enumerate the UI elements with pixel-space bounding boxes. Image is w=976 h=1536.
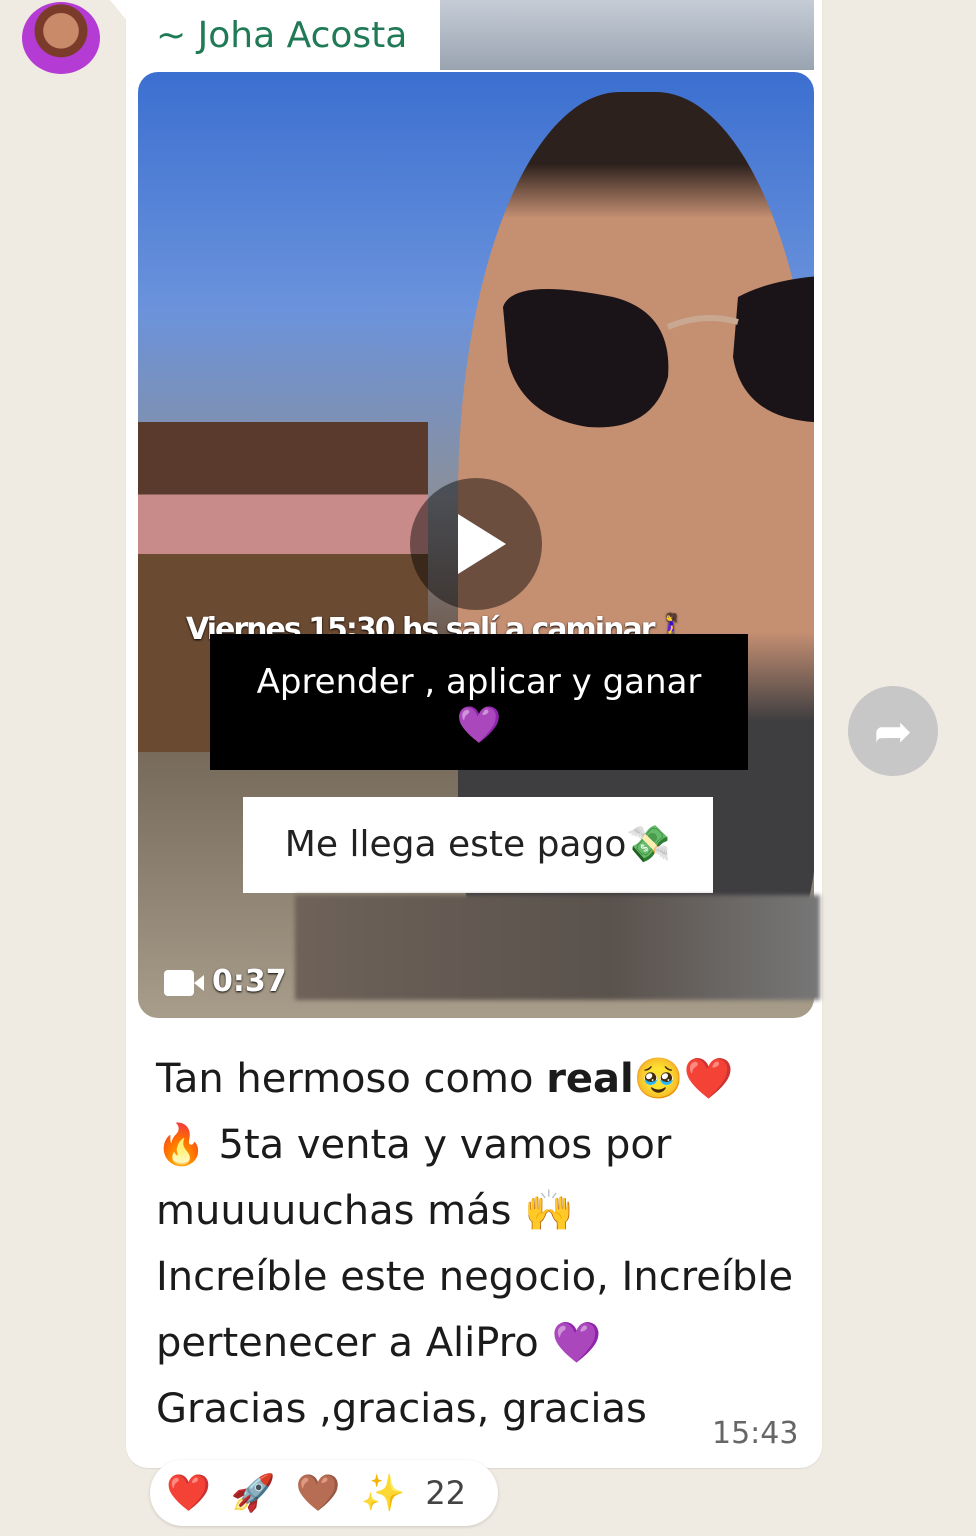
message-line-2: 🔥 5ta venta y vamos por [156,1122,672,1168]
sender-name[interactable]: ~ Joha Acosta [156,10,407,62]
forward-icon[interactable]: ➦ [848,686,938,776]
message-line-1-prefix: Tan hermoso como [156,1056,547,1102]
message-text: Tan hermoso como real🥹❤️ 🔥 5ta venta y v… [156,1046,806,1442]
reaction-sparkles: ✨ [360,1473,406,1514]
message-line-5: pertenecer a AliPro 💜 [156,1320,602,1366]
message-line-3: muuuuuchas más 🙌 [156,1188,574,1234]
blurred-region [295,895,820,1000]
reaction-rocket: 🚀 [230,1473,276,1514]
video-duration: 0:37 [164,964,287,999]
video-top-strip [440,0,814,70]
video-duration-text: 0:37 [212,964,287,999]
reaction-heart: ❤️ [166,1473,211,1514]
reaction-count: 22 [425,1474,467,1512]
play-icon[interactable] [410,478,542,610]
message-line-4: Increíble este negocio, Increíble [156,1254,794,1300]
reaction-brown-heart: 🤎 [295,1473,341,1514]
sunglasses-shape [503,276,814,428]
message-line-1-suffix: 🥹❤️ [633,1056,734,1102]
purple-heart-emoji: 💜 [456,705,502,746]
video-caption-black: Aprender , aplicar y ganar 💜 [210,634,748,770]
message-line-1: Tan hermoso como real🥹❤️ [156,1046,806,1112]
video-caption-text: Aprender , aplicar y ganar [256,662,702,702]
video-caption-white: Me llega este pago💸 [243,797,713,893]
sender-avatar[interactable] [22,2,100,74]
message-timestamp: 15:43 [712,1416,799,1451]
message-line-6: Gracias ,gracias, gracias [156,1386,647,1432]
reactions-bar[interactable]: ❤️ 🚀 🤎 ✨ 22 [150,1460,498,1526]
video-camera-icon [164,969,204,996]
message-line-1-bold: real [546,1056,634,1102]
